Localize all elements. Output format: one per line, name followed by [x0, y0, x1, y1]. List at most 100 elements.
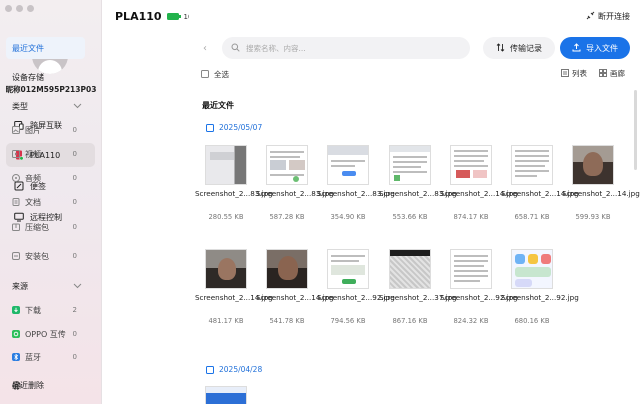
- file-thumbnail[interactable]: [205, 386, 247, 404]
- menu-label: 最近文件: [12, 43, 44, 53]
- select-all-checkbox[interactable]: [201, 70, 209, 78]
- menu-device-storage[interactable]: 设备存储: [6, 66, 85, 88]
- package-icon: [12, 252, 20, 260]
- date-group-header[interactable]: 2025/04/28: [206, 365, 262, 374]
- file-thumbnail[interactable]: [389, 249, 431, 289]
- file-thumbnail[interactable]: [450, 249, 492, 289]
- back-chevron-icon[interactable]: ‹: [203, 43, 207, 54]
- file-thumbnail[interactable]: [266, 145, 308, 185]
- bluetooth-icon: [12, 353, 20, 361]
- file-name: Screenshot_2...92.jpg: [440, 293, 518, 302]
- gallery-label: 画廊: [610, 69, 625, 78]
- import-file-button[interactable]: 导入文件: [560, 37, 630, 59]
- group-checkbox[interactable]: [206, 123, 214, 132]
- source-bluetooth[interactable]: 蓝牙 0: [6, 351, 85, 363]
- audio-icon: [12, 174, 20, 182]
- search-placeholder: 搜索名称、内容...: [246, 43, 306, 53]
- chevron-down-icon: [73, 282, 82, 291]
- source-oppo-share[interactable]: OPPO 互传 0: [6, 323, 85, 345]
- menu-recent-files[interactable]: 最近文件: [6, 37, 85, 59]
- menu-recently-deleted[interactable]: 最近删除: [6, 374, 85, 396]
- scrollbar[interactable]: [634, 90, 637, 170]
- transfer-log-label: 传输记录: [510, 43, 542, 53]
- search-input[interactable]: 搜索名称、内容...: [222, 37, 470, 59]
- type-label: 视频: [25, 149, 41, 159]
- video-icon: [12, 150, 20, 158]
- file-size: 587.28 KB: [269, 213, 305, 221]
- type-documents[interactable]: 文档 0: [6, 191, 85, 213]
- panel-footer: [102, 364, 189, 404]
- file-thumbnail[interactable]: [205, 249, 247, 289]
- file-size: 541.78 KB: [269, 317, 305, 325]
- type-label: 音频: [25, 173, 41, 183]
- oppo-share-icon: [12, 330, 20, 338]
- zoom-window-button[interactable]: [27, 5, 34, 12]
- file-name: Screenshot_2...37.jpg: [379, 293, 457, 302]
- type-count: 0: [72, 252, 77, 260]
- file-name: Screenshot_2...83.jpg: [317, 189, 395, 198]
- sources-section-header[interactable]: 来源: [12, 281, 82, 292]
- image-icon: [12, 126, 20, 134]
- date-group-header[interactable]: 2025/05/07: [206, 123, 262, 132]
- type-count: 0: [72, 223, 77, 231]
- view-list-button[interactable]: 列表: [561, 68, 587, 79]
- disconnect-label: 断开连接: [598, 12, 630, 21]
- type-label: 图片: [25, 125, 41, 135]
- transfer-icon: [496, 42, 505, 54]
- file-size: 824.32 KB: [453, 317, 489, 325]
- battery-icon: [166, 13, 181, 20]
- file-name: Screenshot_2...83.jpg: [195, 189, 273, 198]
- disconnect-button[interactable]: 断开连接: [586, 11, 630, 22]
- file-thumbnail[interactable]: [327, 145, 369, 185]
- file-name: Screenshot_2...83.jpg: [379, 189, 457, 198]
- group-date: 2025/04/28: [219, 365, 263, 374]
- type-videos[interactable]: 视频 0: [6, 143, 85, 165]
- view-gallery-button[interactable]: 画廊: [599, 68, 625, 79]
- file-size: 553.66 KB: [392, 213, 428, 221]
- type-count: 0: [72, 126, 77, 134]
- download-icon: [12, 306, 20, 314]
- types-section-header[interactable]: 类型: [12, 101, 82, 112]
- type-images[interactable]: 图片 0: [6, 119, 85, 141]
- menu-label: 最近删除: [12, 380, 44, 390]
- source-label: OPPO 互传: [25, 329, 66, 339]
- file-size: 280.55 KB: [208, 213, 244, 221]
- file-thumbnail[interactable]: [511, 249, 553, 289]
- file-thumbnail[interactable]: [511, 145, 553, 185]
- disconnect-icon: [586, 11, 595, 22]
- file-size: 354.90 KB: [330, 213, 366, 221]
- file-name: Screenshot_2...14.jpg: [256, 293, 334, 302]
- minimize-window-button[interactable]: [16, 5, 23, 12]
- type-count: 0: [72, 198, 77, 206]
- archive-icon: [12, 223, 20, 231]
- document-icon: [12, 198, 20, 206]
- close-window-button[interactable]: [5, 5, 12, 12]
- type-count: 0: [72, 150, 77, 158]
- transfer-log-button[interactable]: 传输记录: [483, 37, 555, 59]
- file-name: Screenshot_2...92.jpg: [317, 293, 395, 302]
- window-controls: [5, 5, 34, 12]
- group-date: 2025/05/07: [219, 123, 263, 132]
- file-thumbnail[interactable]: [205, 145, 247, 185]
- file-browser: [189, 0, 640, 404]
- list-label: 列表: [572, 69, 587, 78]
- source-label: 下载: [25, 305, 41, 315]
- group-checkbox[interactable]: [206, 365, 214, 374]
- source-downloads[interactable]: 下载 2: [6, 299, 85, 321]
- gallery-view-icon: [599, 68, 607, 79]
- chevron-down-icon: [73, 102, 82, 111]
- file-thumbnail[interactable]: [450, 145, 492, 185]
- file-thumbnail[interactable]: [327, 249, 369, 289]
- file-thumbnail[interactable]: [266, 249, 308, 289]
- file-thumbnail[interactable]: [389, 145, 431, 185]
- type-audio[interactable]: 音频 0: [6, 167, 85, 189]
- type-label: 压缩包: [25, 222, 49, 232]
- type-count: 0: [72, 174, 77, 182]
- type-packages[interactable]: 安装包 0: [6, 245, 85, 267]
- select-all-label[interactable]: 全选: [214, 69, 229, 80]
- file-size: 481.17 KB: [208, 317, 244, 325]
- file-size: 680.16 KB: [514, 317, 550, 325]
- source-count: 2: [72, 306, 77, 314]
- file-thumbnail[interactable]: [572, 145, 614, 185]
- type-archives[interactable]: 压缩包 0: [6, 216, 85, 238]
